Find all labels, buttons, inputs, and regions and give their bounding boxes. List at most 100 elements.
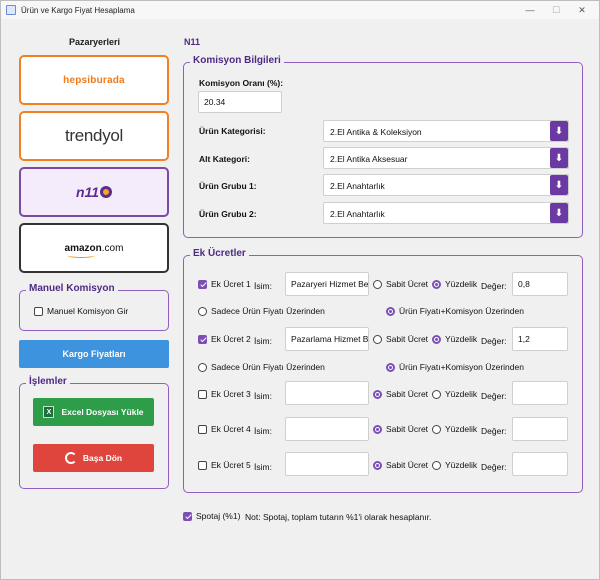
selected-marketplace: N11 xyxy=(184,37,201,47)
percent-label: Yüzdelik xyxy=(445,460,478,470)
arrow-down-icon: ⬇ xyxy=(550,203,568,223)
radio-icon xyxy=(432,389,441,399)
extra-fee-5-name-input[interactable] xyxy=(285,452,369,476)
extra-fee-3-checkbox[interactable]: Ek Ücret 3 xyxy=(198,389,251,399)
app-window: Ürün ve Kargo Fiyat Hesaplama — ☐ ✕ Paza… xyxy=(0,0,600,580)
product-group-2-dropdown[interactable]: 2.El Anahtarlık ⬇ xyxy=(323,202,569,224)
extra-fee-3-fixed-radio[interactable]: Sabit Ücret xyxy=(373,389,428,399)
fixed-label: Sabit Ücret xyxy=(386,424,429,434)
n11-logo: n11 xyxy=(76,184,113,200)
extra-fee-3-name-input[interactable] xyxy=(285,381,369,405)
extra-fee-4-checkbox[interactable]: Ek Ücret 4 xyxy=(198,424,251,434)
checkbox-icon xyxy=(198,460,207,470)
radio-icon xyxy=(198,362,207,372)
value-label: Değer: xyxy=(481,281,507,291)
extra-fee-1-checkbox[interactable]: Ek Ücret 1 xyxy=(198,279,251,289)
extra-fee-5-value-input[interactable] xyxy=(512,452,568,476)
actions-title: İşlemler xyxy=(26,376,70,387)
product-group-1-label: Ürün Grubu 1: xyxy=(199,181,257,191)
reset-button[interactable]: Başa Dön xyxy=(33,444,154,472)
extra-fee-5-fixed-radio[interactable]: Sabit Ücret xyxy=(373,460,428,470)
checkbox-checked-icon xyxy=(198,334,207,344)
extra-fee-5-percent-radio[interactable]: Yüzdelik xyxy=(432,460,477,470)
value-label: Değer: xyxy=(481,462,507,472)
category-value: 2.El Antika & Koleksiyon xyxy=(330,127,422,137)
close-button[interactable]: ✕ xyxy=(569,1,595,19)
radio-selected-icon xyxy=(386,306,395,316)
n11-logo-mark xyxy=(100,186,113,198)
subcategory-dropdown[interactable]: 2.El Antika Aksesuar ⬇ xyxy=(323,147,569,169)
extra-fee-4-name-input[interactable] xyxy=(285,417,369,441)
commission-rate-input[interactable]: 20.34 xyxy=(198,91,282,113)
radio-selected-icon xyxy=(373,424,382,434)
percent-label: Yüzdelik xyxy=(445,279,478,289)
extra-fee-1-fixed-radio[interactable]: Sabit Ücret xyxy=(373,279,428,289)
amazon-logo-text: amazon xyxy=(64,242,102,254)
marketplace-hepsiburada-button[interactable]: hepsiburada xyxy=(19,55,169,105)
extra-fee-2-value-input[interactable]: 1,2 xyxy=(512,327,568,351)
minimize-button[interactable]: — xyxy=(517,1,543,19)
amazon-logo-suffix: .com xyxy=(101,242,124,254)
product-group-1-value: 2.El Anahtarlık xyxy=(330,181,385,191)
extra-fee-4-label: Ek Ücret 4 xyxy=(211,424,251,434)
extra-fee-2-base-product-radio[interactable]: Sadece Ürün Fiyatı Üzerinden xyxy=(198,362,325,372)
extra-fee-3-value-input[interactable] xyxy=(512,381,568,405)
extra-fee-4-fixed-radio[interactable]: Sabit Ücret xyxy=(373,424,428,434)
percent-label: Yüzdelik xyxy=(445,334,478,344)
manual-commission-title: Manuel Komisyon xyxy=(26,283,118,294)
marketplace-amazon-button[interactable]: amazon.com xyxy=(19,223,169,273)
app-icon xyxy=(6,5,16,15)
extra-fee-2-label: Ek Ücret 2 xyxy=(211,334,251,344)
spotaj-checkbox[interactable]: Spotaj (%1) xyxy=(183,511,240,521)
arrow-down-icon: ⬇ xyxy=(550,175,568,195)
extra-fee-2-fixed-radio[interactable]: Sabit Ücret xyxy=(373,334,428,344)
arrow-down-icon: ⬇ xyxy=(550,121,568,141)
percent-label: Yüzdelik xyxy=(445,389,478,399)
maximize-button[interactable]: ☐ xyxy=(543,1,569,19)
base-total-label: Ürün Fiyatı+Komisyon Üzerinden xyxy=(399,306,524,316)
manual-commission-checkbox[interactable]: Manuel Komisyon Gir xyxy=(34,306,128,316)
excel-icon: X xyxy=(43,406,55,418)
base-product-label: Sadece Ürün Fiyatı Üzerinden xyxy=(211,362,325,372)
extra-fee-1-value-input[interactable]: 0,8 xyxy=(512,272,568,296)
fixed-label: Sabit Ücret xyxy=(386,460,429,470)
extra-fee-1-label: Ek Ücret 1 xyxy=(211,279,251,289)
checkbox-icon xyxy=(34,306,43,316)
product-group-1-dropdown[interactable]: 2.El Anahtarlık ⬇ xyxy=(323,174,569,196)
extra-fee-2-percent-radio[interactable]: Yüzdelik xyxy=(432,334,477,344)
subcategory-label: Alt Kategori: xyxy=(199,154,250,164)
fixed-label: Sabit Ücret xyxy=(386,279,429,289)
base-product-label: Sadece Ürün Fiyatı Üzerinden xyxy=(211,306,325,316)
extra-fee-2-name-input[interactable]: Pazarlama Hizmet Bedeli xyxy=(285,327,369,351)
spotaj-label: Spotaj (%1) xyxy=(196,511,241,521)
category-dropdown[interactable]: 2.El Antika & Koleksiyon ⬇ xyxy=(323,120,569,142)
percent-label: Yüzdelik xyxy=(445,424,478,434)
fixed-label: Sabit Ücret xyxy=(386,334,429,344)
value-label: Değer: xyxy=(481,391,507,401)
excel-upload-button[interactable]: X Excel Dosyası Yükle xyxy=(33,398,154,426)
excel-upload-label: Excel Dosyası Yükle xyxy=(61,407,144,417)
marketplace-trendyol-button[interactable]: trendyol xyxy=(19,111,169,161)
marketplace-n11-button[interactable]: n11 xyxy=(19,167,169,217)
extra-fee-4-percent-radio[interactable]: Yüzdelik xyxy=(432,424,477,434)
marketplaces-title: Pazaryerleri xyxy=(69,37,121,47)
checkbox-checked-icon xyxy=(198,279,207,289)
amazon-logo: amazon.com xyxy=(64,242,124,258)
extra-fee-1-base-product-radio[interactable]: Sadece Ürün Fiyatı Üzerinden xyxy=(198,306,325,316)
extra-fees-title: Ek Ücretler xyxy=(190,248,249,259)
extra-fee-2-checkbox[interactable]: Ek Ücret 2 xyxy=(198,334,251,344)
extra-fee-1-percent-radio[interactable]: Yüzdelik xyxy=(432,279,477,289)
radio-selected-icon xyxy=(386,362,395,372)
radio-icon xyxy=(198,306,207,316)
extra-fee-2-base-total-radio[interactable]: Ürün Fiyatı+Komisyon Üzerinden xyxy=(386,362,524,372)
cargo-prices-button[interactable]: Kargo Fiyatları xyxy=(19,340,169,368)
extra-fee-4-value-input[interactable] xyxy=(512,417,568,441)
extra-fee-5-checkbox[interactable]: Ek Ücret 5 xyxy=(198,460,251,470)
name-label: İsim: xyxy=(254,391,272,401)
commission-rate-label: Komisyon Oranı (%): xyxy=(199,78,284,88)
checkbox-icon xyxy=(198,389,207,399)
extra-fee-3-percent-radio[interactable]: Yüzdelik xyxy=(432,389,477,399)
extra-fee-1-name-input[interactable]: Pazaryeri Hizmet Bedeli xyxy=(285,272,369,296)
radio-selected-icon xyxy=(432,279,441,289)
extra-fee-1-base-total-radio[interactable]: Ürün Fiyatı+Komisyon Üzerinden xyxy=(386,306,524,316)
